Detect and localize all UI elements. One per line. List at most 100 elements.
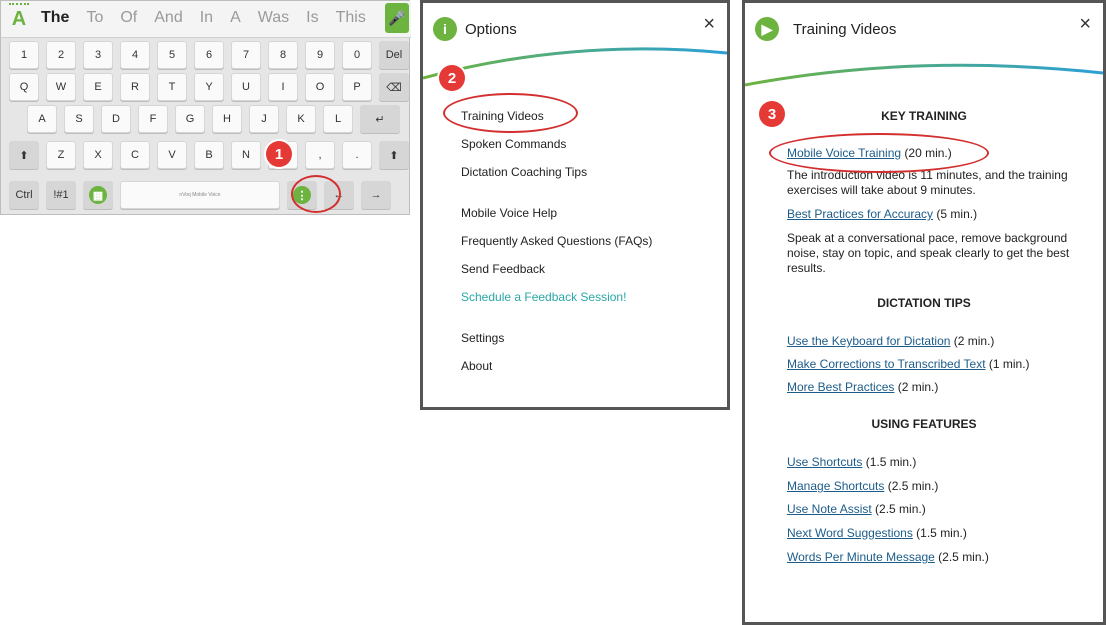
video-link[interactable]: Use the Keyboard for Dictation <box>787 334 950 348</box>
key[interactable]: S <box>64 105 94 133</box>
nvoq-key[interactable]: ▦ <box>83 181 113 209</box>
key[interactable]: F <box>138 105 168 133</box>
key[interactable]: 5 <box>157 41 187 69</box>
section-key-training: KEY TRAINING <box>881 109 967 123</box>
suggestion-word[interactable]: The <box>41 9 69 27</box>
video-link[interactable]: Next Word Suggestions <box>787 526 913 540</box>
app-logo-icon: A <box>7 3 31 31</box>
delete-key[interactable]: Del <box>379 41 409 69</box>
menu-send-feedback[interactable]: Send Feedback <box>461 262 545 276</box>
suggestion-word[interactable]: Of <box>120 9 137 27</box>
key[interactable]: A <box>27 105 57 133</box>
key[interactable]: O <box>305 73 335 101</box>
number-row: 1 2 3 4 5 6 7 8 9 0 Del <box>9 41 409 69</box>
key[interactable]: B <box>194 141 224 169</box>
key[interactable]: N <box>231 141 261 169</box>
training-videos-panel: ▶ Training Videos × 3 KEY TRAINING Mobil… <box>742 0 1106 625</box>
step-badge: 2 <box>439 65 465 91</box>
suggestion-word[interactable]: Is <box>306 9 318 27</box>
video-link[interactable]: Use Shortcuts <box>787 455 862 469</box>
key[interactable]: 8 <box>268 41 298 69</box>
shift-icon[interactable]: ⬆ <box>9 141 39 169</box>
close-icon[interactable]: × <box>1079 13 1091 36</box>
menu-spoken-commands[interactable]: Spoken Commands <box>461 137 566 151</box>
backspace-icon[interactable]: ⌫ <box>379 73 409 101</box>
suggestion-word[interactable]: And <box>154 9 182 27</box>
options-title: Options <box>465 21 517 38</box>
key[interactable]: Z <box>46 141 76 169</box>
key[interactable]: G <box>175 105 205 133</box>
video-duration: (5 min.) <box>933 207 978 221</box>
highlight-ring <box>291 175 341 213</box>
key[interactable]: X <box>83 141 113 169</box>
ctrl-key[interactable]: Ctrl <box>9 181 39 209</box>
right-arrow-icon[interactable]: → <box>361 181 391 209</box>
suggestion-word[interactable]: To <box>86 9 103 27</box>
menu-schedule-feedback[interactable]: Schedule a Feedback Session! <box>461 290 626 304</box>
space-bar[interactable]: nVoq Mobile Voice <box>120 181 280 209</box>
video-link[interactable]: Best Practices for Accuracy <box>787 207 933 221</box>
key[interactable]: L <box>323 105 353 133</box>
video-link[interactable]: More Best Practices <box>787 380 894 394</box>
key[interactable]: Y <box>194 73 224 101</box>
header-wave <box>423 47 727 80</box>
menu-dictation-coaching-tips[interactable]: Dictation Coaching Tips <box>461 165 587 179</box>
video-description: Speak at a conversational pace, remove b… <box>787 231 1070 275</box>
suggestion-word[interactable]: In <box>200 9 213 27</box>
video-best-practices: Best Practices for Accuracy (5 min.) <box>787 207 977 221</box>
key[interactable]: D <box>101 105 131 133</box>
key[interactable]: 9 <box>305 41 335 69</box>
shift-icon[interactable]: ⬆ <box>379 141 409 169</box>
suggestion-word[interactable]: A <box>230 9 241 27</box>
video-link[interactable]: Manage Shortcuts <box>787 479 884 493</box>
key[interactable]: C <box>120 141 150 169</box>
key[interactable]: E <box>83 73 113 101</box>
key[interactable]: 2 <box>46 41 76 69</box>
suggestion-bar: A The To Of And In A Was Is This 🎤 <box>1 1 411 38</box>
video-link[interactable]: Make Corrections to Transcribed Text <box>787 357 986 371</box>
key[interactable]: , <box>305 141 335 169</box>
video-item: Use Shortcuts (1.5 min.) <box>787 455 916 469</box>
key[interactable]: R <box>120 73 150 101</box>
key[interactable]: 3 <box>83 41 113 69</box>
key[interactable]: T <box>157 73 187 101</box>
menu-help[interactable]: Mobile Voice Help <box>461 206 557 220</box>
microphone-icon[interactable]: 🎤 <box>385 3 409 33</box>
section-using-features: USING FEATURES <box>871 417 977 431</box>
key[interactable]: V <box>157 141 187 169</box>
key[interactable]: W <box>46 73 76 101</box>
key[interactable]: K <box>286 105 316 133</box>
video-link[interactable]: Words Per Minute Message <box>787 550 935 564</box>
header-wave <box>745 63 1103 87</box>
video-link[interactable]: Use Note Assist <box>787 502 872 516</box>
enter-icon[interactable]: ↵ <box>360 105 400 133</box>
key[interactable]: 6 <box>194 41 224 69</box>
symbols-key[interactable]: !#1 <box>46 181 76 209</box>
video-description: The introduction video is 11 minutes, an… <box>787 168 1068 197</box>
key[interactable]: J <box>249 105 279 133</box>
menu-faq[interactable]: Frequently Asked Questions (FAQs) <box>461 234 652 248</box>
key[interactable]: H <box>212 105 242 133</box>
key[interactable]: 4 <box>120 41 150 69</box>
menu-settings[interactable]: Settings <box>461 331 504 345</box>
key[interactable]: 0 <box>342 41 372 69</box>
training-title: Training Videos <box>793 21 897 38</box>
suggestion-words: The To Of And In A Was Is This <box>41 9 366 27</box>
a-row: A S D F G H J K L ↵ <box>27 105 400 133</box>
key[interactable]: I <box>268 73 298 101</box>
suggestion-word[interactable]: Was <box>258 9 289 27</box>
key[interactable]: 1 <box>9 41 39 69</box>
keyboard-panel: A The To Of And In A Was Is This 🎤 1 2 3… <box>0 0 411 215</box>
video-duration: (1 min.) <box>985 357 1030 371</box>
video-duration: (2.5 min.) <box>934 550 989 564</box>
key[interactable]: Q <box>9 73 39 101</box>
suggestion-word[interactable]: This <box>336 9 366 27</box>
nvoq-logo-icon: ▦ <box>89 186 107 204</box>
key[interactable]: . <box>342 141 372 169</box>
menu-about[interactable]: About <box>461 359 492 373</box>
key[interactable]: 7 <box>231 41 261 69</box>
key[interactable]: P <box>342 73 372 101</box>
play-icon: ▶ <box>755 17 779 41</box>
close-icon[interactable]: × <box>703 13 715 36</box>
key[interactable]: U <box>231 73 261 101</box>
